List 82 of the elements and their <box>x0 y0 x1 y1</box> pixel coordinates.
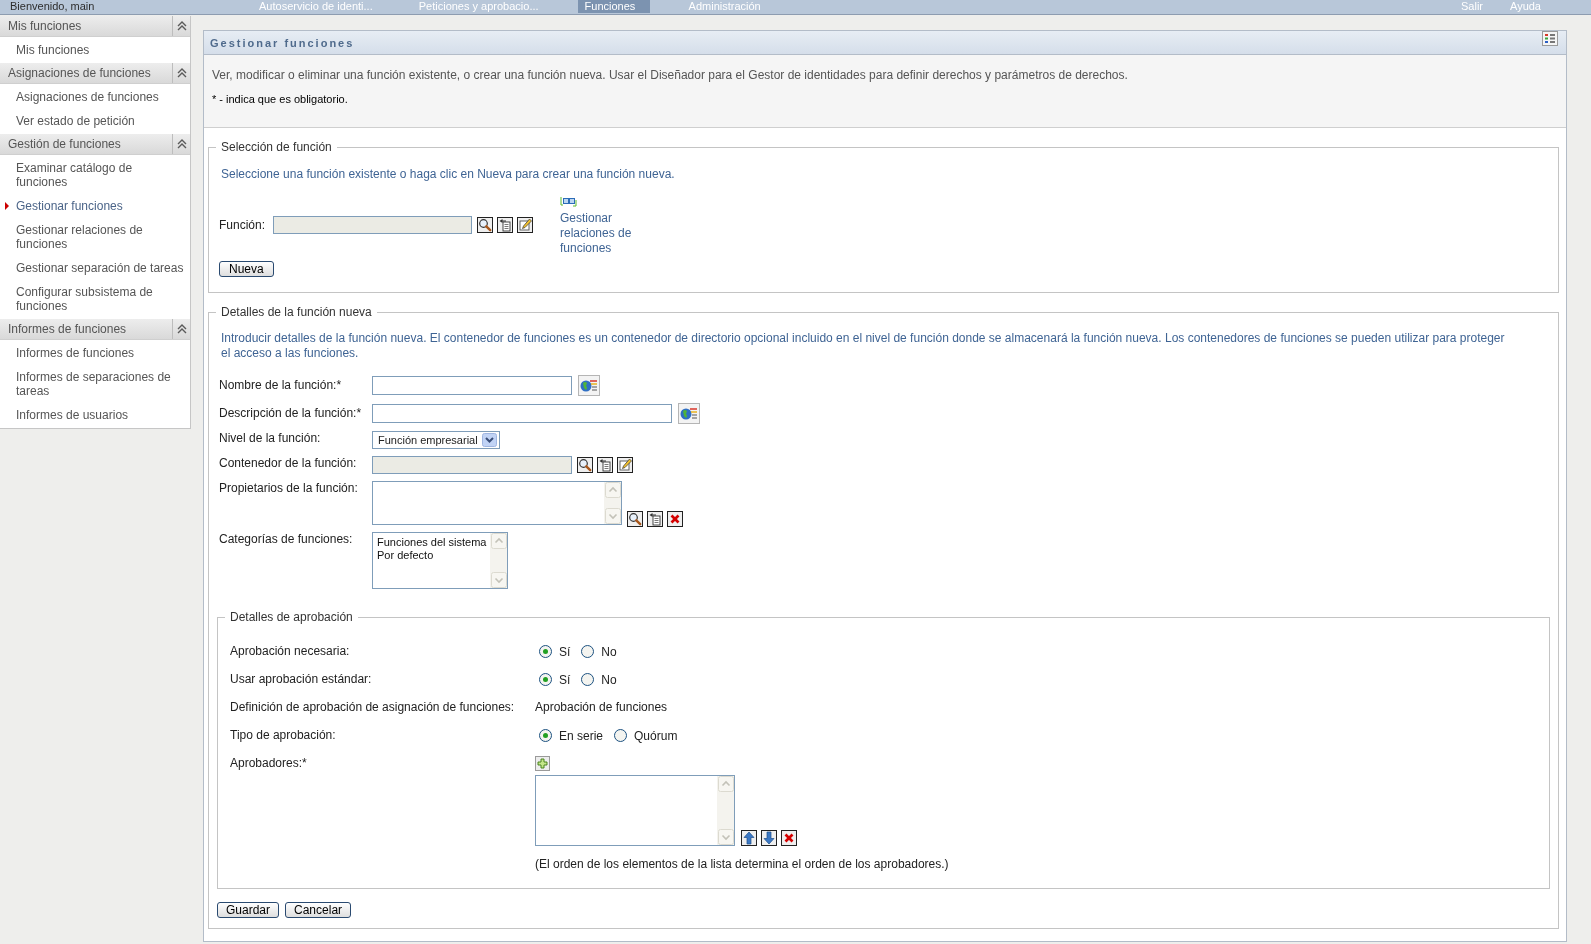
section-title: Gestión de funciones <box>7 136 122 153</box>
cross-icon[interactable] <box>781 830 797 846</box>
field-label: Nivel de la función: <box>219 431 322 445</box>
field-label: Nombre de la función:* <box>219 378 343 392</box>
nav-link[interactable]: Gestionar relaciones de funciones <box>16 218 186 256</box>
triangle-marker-icon <box>5 202 9 210</box>
radio-label: Sí <box>559 673 571 687</box>
nav-link[interactable]: Gestionar funciones <box>16 194 123 218</box>
dropdown[interactable]: Función empresarial <box>372 431 500 449</box>
globe-list-icon[interactable] <box>678 403 700 424</box>
section-legend: Selección de función <box>216 140 337 154</box>
list-box[interactable]: Funciones del sistema Por defecto <box>372 532 508 589</box>
list-icon[interactable] <box>1542 31 1558 46</box>
search-icon[interactable] <box>627 511 643 527</box>
chevron-down-icon[interactable] <box>482 433 497 447</box>
nav-link[interactable]: Informes de separaciones de tareas <box>16 365 186 403</box>
section-title: Mis funciones <box>7 18 83 35</box>
double-chevron-up-icon <box>176 21 187 31</box>
double-chevron-up-icon <box>176 139 187 149</box>
related-link[interactable]: Gestionar relaciones de funciones <box>560 211 642 256</box>
panel-title: Gestionar funciones <box>209 35 355 50</box>
search-icon[interactable] <box>477 217 493 233</box>
save-button[interactable]: Guardar <box>217 902 280 918</box>
hint-text: (El orden de los elementos de la lista determina el orden de los aprobadores.) <box>535 857 949 871</box>
double-chevron-up-icon <box>176 68 187 78</box>
field-label: Aprobación necesaria: <box>230 644 351 658</box>
field-label: Categorías de funciones: <box>219 532 354 546</box>
arrow-down-icon[interactable] <box>761 830 777 846</box>
radio-label: No <box>601 645 617 659</box>
list-option[interactable]: Por defecto <box>377 549 434 562</box>
section-title: Informes de funciones <box>7 321 128 338</box>
welcome-text: Bienvenido, main <box>10 0 96 13</box>
nav-link[interactable]: Configurar subsistema de funciones <box>16 280 186 318</box>
field-label: Tipo de aprobación: <box>230 728 337 742</box>
field-label: Definición de aprobación de asignación de funciones: <box>230 700 516 714</box>
field-label: Función: <box>219 218 267 232</box>
cross-icon[interactable] <box>667 511 683 527</box>
field-value: Aprobación de funciones <box>535 700 668 714</box>
nav-link[interactable]: Asignaciones de funciones <box>16 85 159 109</box>
double-chevron-up-icon <box>176 324 187 334</box>
radio-label: Quórum <box>634 729 678 743</box>
nav-link[interactable]: Gestionar separación de tareas <box>16 256 184 280</box>
list-box[interactable] <box>535 775 735 846</box>
instruction-text: Seleccione una función existente o haga clic en Nueva para crear una función nueva. <box>221 167 676 181</box>
input-field[interactable] <box>372 376 572 395</box>
radio-button[interactable] <box>539 728 552 742</box>
field-label: Contenedor de la función: <box>219 456 358 470</box>
radio-label: En serie <box>559 729 604 743</box>
field-label: Descripción de la función:* <box>219 406 363 420</box>
text-area[interactable] <box>372 481 622 525</box>
radio-label: Sí <box>559 645 571 659</box>
globe-list-icon[interactable] <box>578 375 600 396</box>
cancel-button[interactable]: Cancelar <box>285 902 352 918</box>
pencil-icon[interactable] <box>517 217 533 233</box>
pencil-icon[interactable] <box>617 457 633 473</box>
nav-link[interactable]: Examinar catálogo de funciones <box>16 156 186 194</box>
nav-link[interactable]: Informes de funciones <box>16 341 135 365</box>
section-legend: Detalles de la función nueva <box>216 305 377 319</box>
nav-link[interactable]: Ver estado de petición <box>16 109 135 133</box>
list-option[interactable]: Funciones del sistema <box>377 536 487 549</box>
section-title: Asignaciones de funciones <box>7 65 152 82</box>
instruction-text: Introducir detalles de la función nueva. El contenedor de funciones es un contenedor de directorio opcional incluido en el nivel de función donde se almacenará la función nueva. Los contenedores de funciones se pueden utilizar para proteger el acceso a las funciones. <box>221 331 1506 361</box>
radio-button[interactable] <box>539 644 552 658</box>
required-note: * - indica que es obligatorio. <box>212 93 349 106</box>
arrow-up-icon[interactable] <box>741 830 757 846</box>
radio-button[interactable] <box>614 728 628 742</box>
field-label: Propietarios de la función: <box>219 481 359 495</box>
field-label: Usar aprobación estándar: <box>230 672 373 686</box>
section-legend: Detalles de aprobación <box>225 610 358 624</box>
new-button[interactable]: Nueva <box>219 261 274 277</box>
plus-icon[interactable] <box>535 756 550 771</box>
radio-label: No <box>601 673 617 687</box>
radio-button[interactable] <box>581 672 595 686</box>
search-icon[interactable] <box>577 457 593 473</box>
nav-link[interactable]: Informes de usuarios <box>16 403 129 427</box>
nav-link[interactable]: Mis funciones <box>16 38 90 62</box>
radio-button[interactable] <box>581 644 595 658</box>
diagram-icon <box>560 196 577 207</box>
description-text: Ver, modificar o eliminar una función existente, o crear una función nueva. Usar el Diseñador para el Gestor de identidades para definir derechos y parámetros de derechos. <box>212 68 1129 82</box>
field-label: Aprobadores:* <box>230 756 308 770</box>
input-field[interactable] <box>372 404 672 423</box>
radio-button[interactable] <box>539 672 552 686</box>
